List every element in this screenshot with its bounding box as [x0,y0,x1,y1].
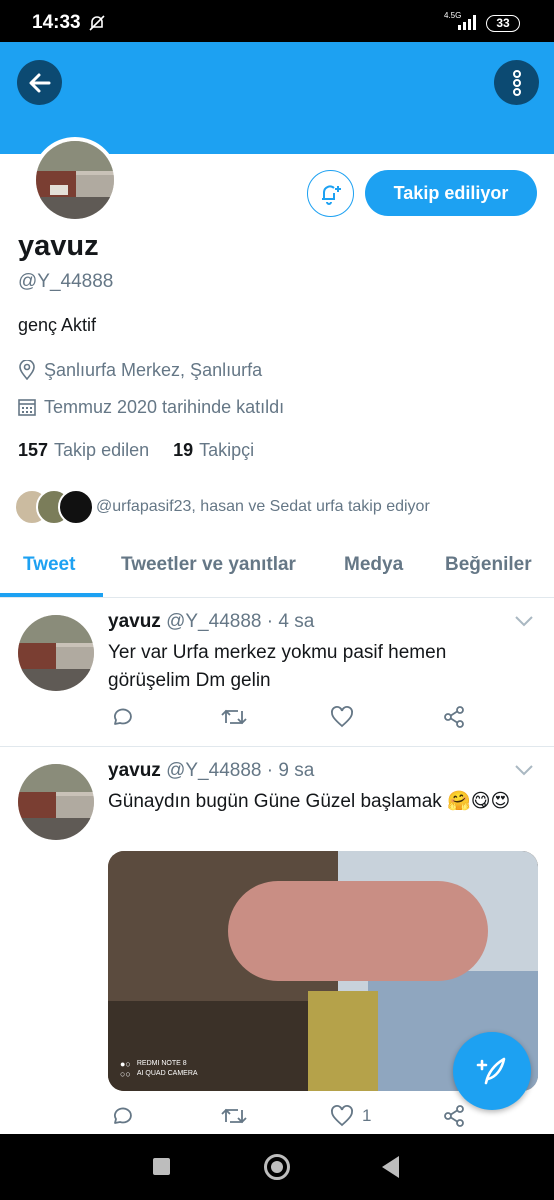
more-options-button[interactable] [494,60,539,105]
bell-plus-icon [321,184,341,205]
retweet-button[interactable] [220,705,248,729]
following-count: 157 [18,440,49,460]
active-tab-indicator [0,593,103,597]
reply-button[interactable] [110,1104,134,1128]
profile-bio: genç Aktif [18,315,97,335]
tweet-time: · 9 sa [266,760,315,781]
tweet-text: Yer var Urfa merkez yokmu pasif hemen gö… [108,642,447,691]
alarm-off-icon [89,15,105,31]
calendar-icon [18,399,36,416]
avatar-image [18,764,94,840]
avatar[interactable] [18,615,94,691]
arrow-back-icon [29,73,50,92]
like-button[interactable]: 1 [330,1104,371,1128]
share-icon [444,706,464,728]
retweet-button[interactable] [220,1104,248,1128]
like-icon [331,1105,353,1127]
share-button[interactable] [442,705,466,729]
following-label: Takip edilen [54,440,150,460]
watermark-line2: AI QUAD CAMERA [136,1070,198,1077]
avatar-image [18,615,94,691]
profile-handle: @Y_44888 [18,271,114,292]
tweet-actions [108,705,528,733]
avatar [58,489,94,525]
tab-likes[interactable]: Beğeniler [445,554,532,576]
watermark-line1: REDMI NOTE 8 [136,1060,187,1067]
tab-media[interactable]: Medya [344,554,403,576]
like-count: 1 [362,1106,372,1125]
joined-text: Temmuz 2020 tarihinde katıldı [44,396,285,417]
recent-apps-button[interactable] [153,1158,170,1175]
profile-location: Şanlıurfa Merkez, Şanlıurfa [18,358,262,382]
compose-tweet-button[interactable] [453,1032,531,1110]
tab-tweets-and-replies[interactable]: Tweetler ve yanıtlar [121,554,296,576]
tweet-author-name: yavuz [108,611,161,632]
back-button[interactable] [17,60,62,105]
tweet-header: yavuz @Y_44888 · 9 sa [108,760,314,782]
tweet-text: Günaydın bugün Güne Güzel başlamak 🤗😋😍 [108,791,511,812]
share-icon [444,1105,464,1127]
follow-counts: 157 Takip edilen 19 Takipçi [18,440,278,461]
profile-avatar[interactable] [32,137,118,223]
followers-count: 19 [173,440,194,460]
compose-icon [476,1057,506,1085]
followers-label: Takipçi [199,440,255,460]
followers-you-know[interactable]: @urfapasif23, hasan ve Sedat urfa takip … [14,488,430,526]
known-followers-text: @urfapasif23, hasan ve Sedat urfa takip … [96,498,430,515]
camera-watermark: ●○ ○○ REDMI NOTE 8 AI QUAD CAMERA [120,1059,198,1079]
tweet-actions: 1 [108,1104,528,1132]
tweet-author-handle: @Y_44888 [166,760,262,781]
tweet-time: · 4 sa [266,611,315,632]
signal-icon [458,15,476,30]
retweet-icon [221,709,247,725]
status-time: 14:33 [32,12,81,33]
avatar-image [36,141,114,219]
reply-icon [114,1107,132,1124]
profile-joined: Temmuz 2020 tarihinde katıldı [18,395,284,419]
battery-indicator: 33 [486,15,520,32]
status-bar: 14:33 4.5G 33 [0,0,554,42]
notifications-toggle-button[interactable] [307,170,354,217]
like-icon [331,706,353,728]
reply-button[interactable] [110,705,134,729]
known-follower-avatars [14,489,94,525]
system-navigation-bar [0,1134,554,1200]
profile-display-name: yavuz [18,230,99,262]
following-count-link[interactable]: 157 Takip edilen [18,440,149,461]
tweet[interactable]: yavuz @Y_44888 · 4 sa Yer var Urfa merke… [0,599,554,747]
avatar[interactable] [18,764,94,840]
camera-logo-icon: ●○ ○○ [120,1059,131,1079]
like-button[interactable] [330,705,362,729]
tweet-header: yavuz @Y_44888 · 4 sa [108,611,314,633]
share-button[interactable] [442,1104,466,1128]
chevron-down-icon[interactable] [514,764,534,776]
home-button[interactable] [264,1154,290,1180]
system-back-button[interactable] [382,1156,399,1178]
profile-tabs: Tweet Tweetler ve yanıtlar Medya Beğenil… [0,540,554,598]
more-vertical-icon [512,69,521,96]
tweet-author-handle: @Y_44888 [166,611,262,632]
retweet-icon [221,1108,247,1124]
location-icon [19,360,35,380]
chevron-down-icon[interactable] [514,615,534,627]
tweet-author-name: yavuz [108,760,161,781]
followers-count-link[interactable]: 19 Takipçi [173,440,254,461]
location-text: Şanlıurfa Merkez, Şanlıurfa [44,359,263,380]
following-button[interactable]: Takip ediliyor [365,170,537,216]
reply-icon [114,708,132,725]
tab-tweets[interactable]: Tweet [23,554,75,576]
